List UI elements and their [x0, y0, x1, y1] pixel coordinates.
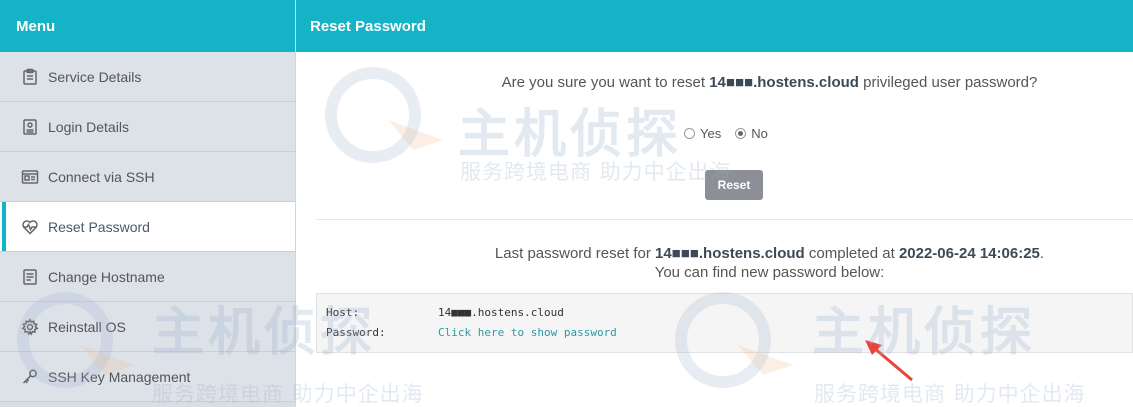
radio-yes-label: Yes: [700, 126, 722, 141]
document-icon: [20, 267, 40, 287]
last-reset-info: Last password reset for 14■■■.hostens.cl…: [296, 244, 1133, 282]
clipboard-icon: [20, 67, 40, 87]
key-icon: [20, 367, 40, 387]
radio-no-indicator[interactable]: [735, 128, 747, 139]
sidebar-item-label: Connect via SSH: [48, 168, 155, 185]
question-prefix: Are you sure you want to reset: [501, 74, 710, 91]
radio-no[interactable]: No: [735, 126, 768, 141]
heartbeat-icon: [20, 217, 40, 237]
radio-yes-indicator[interactable]: [684, 128, 695, 139]
credentials-box: Host: 14■■■.hostens.cloud Password: Clic…: [316, 293, 1133, 353]
last-reset-line1: Last password reset for 14■■■.hostens.cl…: [406, 244, 1133, 263]
terminal-icon: [20, 167, 40, 187]
sidebar-item-reinstall-os[interactable]: Reinstall OS: [0, 302, 295, 352]
page-title: Reset Password: [296, 0, 1133, 52]
gear-icon: [20, 317, 40, 337]
confirm-radio-group: Yes No: [684, 126, 768, 141]
host-key: Host:: [326, 306, 360, 319]
main-panel: Reset Password Are you sure you want to …: [296, 0, 1133, 407]
sidebar-item-label: SSH Key Management: [48, 368, 191, 385]
sidebar-item-label: Reset Password: [48, 218, 150, 235]
sidebar-item-label: Change Hostname: [48, 268, 165, 285]
reset-button[interactable]: Reset: [705, 170, 763, 200]
sidebar-item-label: Login Details: [48, 118, 129, 135]
reset-question: Are you sure you want to reset 14■■■.hos…: [296, 74, 1133, 91]
last-reset-line2: You can find new password below:: [654, 264, 885, 281]
sidebar-item-reset-password[interactable]: Reset Password: [0, 202, 295, 252]
radio-yes[interactable]: Yes: [684, 126, 721, 141]
last-reset-datetime: 2022-06-24 14:06:25: [898, 245, 1040, 262]
divider: [316, 219, 1133, 220]
app: Menu Service Details Login Details Conne…: [0, 0, 1133, 407]
sidebar-title: Menu: [0, 0, 295, 52]
sidebar-item-label: Service Details: [48, 68, 142, 85]
last-reset-middle: completed at: [804, 245, 899, 262]
show-password-link[interactable]: Click here to show password: [438, 326, 617, 346]
radio-no-label: No: [751, 126, 768, 141]
sidebar-item-connect-ssh[interactable]: Connect via SSH: [0, 152, 295, 202]
sidebar-item-login-details[interactable]: Login Details: [0, 102, 295, 152]
last-reset-prefix: Last password reset for: [494, 245, 655, 262]
question-host: 14■■■.hostens.cloud: [709, 74, 859, 91]
sidebar-item-change-hostname[interactable]: Change Hostname: [0, 252, 295, 302]
last-reset-end: .: [1039, 245, 1045, 262]
last-reset-host: 14■■■.hostens.cloud: [655, 245, 805, 262]
sidebar-item-service-details[interactable]: Service Details: [0, 52, 295, 102]
credentials-host-row: Host: 14■■■.hostens.cloud: [326, 306, 1132, 326]
question-suffix: privileged user password?: [858, 74, 1038, 91]
sidebar-item-label: Reinstall OS: [48, 318, 126, 335]
id-card-icon: [20, 117, 40, 137]
sidebar-item-ssh-key-management[interactable]: SSH Key Management: [0, 352, 295, 402]
credentials-password-row: Password: Click here to show password: [326, 326, 1132, 346]
password-key: Password:: [326, 326, 386, 339]
sidebar: Menu Service Details Login Details Conne…: [0, 0, 296, 407]
host-value: 14■■■.hostens.cloud: [438, 306, 564, 319]
